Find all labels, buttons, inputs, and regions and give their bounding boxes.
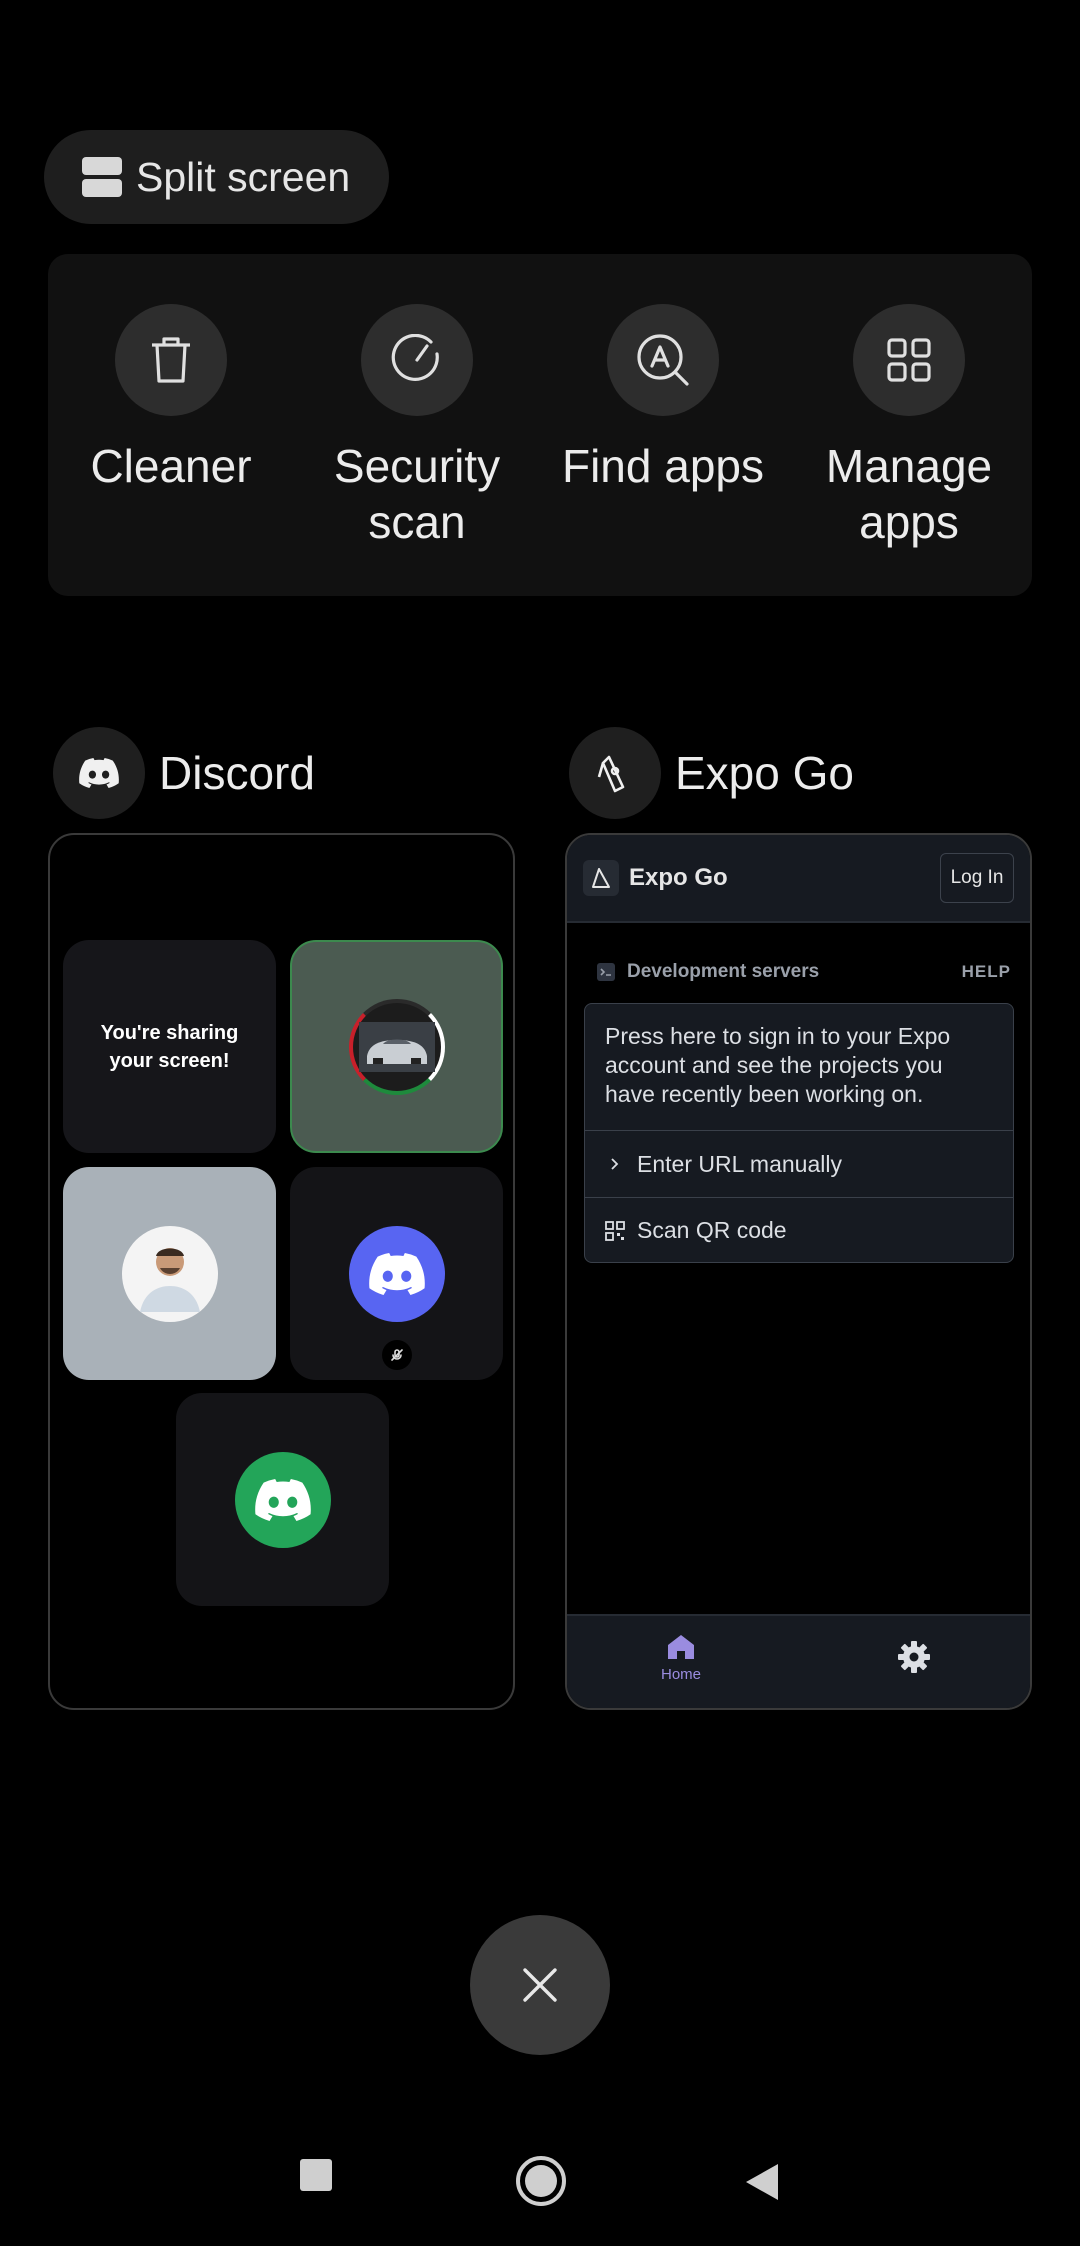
enter-url-label: Enter URL manually xyxy=(637,1150,842,1177)
tool-manage-apps-label: Manage apps xyxy=(825,440,993,548)
expo-top-bar: Expo Go Log In xyxy=(567,835,1030,923)
participant-tile-person xyxy=(63,1167,276,1380)
help-link[interactable]: HELP xyxy=(962,962,1011,982)
qr-code-icon xyxy=(605,1220,625,1241)
dev-servers-header: Development servers HELP xyxy=(597,961,1011,983)
discord-app-name: Discord xyxy=(159,747,315,799)
discord-app-header[interactable]: Discord xyxy=(53,727,315,819)
avatar xyxy=(348,998,445,1095)
tab-settings[interactable] xyxy=(897,1640,931,1679)
discord-icon xyxy=(53,727,145,819)
expo-preview-card[interactable]: Expo Go Log In Development servers HELP … xyxy=(565,833,1032,1710)
mic-muted-icon xyxy=(382,1340,412,1370)
avatar xyxy=(121,1225,218,1322)
expo-app-header[interactable]: Expo Go xyxy=(569,727,854,819)
back-triangle-icon xyxy=(746,2164,778,2200)
discord-preview-card[interactable]: You're sharing your screen! xyxy=(48,833,515,1710)
dev-servers-label: Development servers xyxy=(627,961,820,982)
tool-security-scan-label: Security scan xyxy=(333,440,501,548)
tool-manage-apps[interactable]: Manage apps xyxy=(786,304,1032,550)
tool-find-apps[interactable]: Find apps xyxy=(540,304,786,494)
discord-icon xyxy=(234,1451,331,1548)
participant-tile-discord xyxy=(290,1167,503,1380)
login-button[interactable]: Log In xyxy=(940,853,1014,903)
split-screen-button[interactable]: Split screen xyxy=(44,130,389,224)
close-all-button[interactable] xyxy=(470,1915,610,2055)
expo-header-title: Expo Go xyxy=(629,864,728,891)
scan-qr-label: Scan QR code xyxy=(637,1217,787,1243)
split-screen-icon xyxy=(82,157,122,197)
discord-icon xyxy=(348,1225,445,1322)
gear-icon xyxy=(898,1641,930,1673)
expo-go-icon xyxy=(569,727,661,819)
trash-icon xyxy=(115,304,227,416)
expo-logo-icon xyxy=(583,860,619,896)
participant-tile-car xyxy=(290,940,503,1153)
tool-find-apps-label: Find apps xyxy=(561,440,764,492)
dev-servers-box: Press here to sign in to your Expo accou… xyxy=(584,1003,1014,1263)
terminal-icon xyxy=(597,963,615,981)
recents-button[interactable] xyxy=(296,2155,336,2195)
enter-url-row[interactable]: Enter URL manually xyxy=(585,1131,1013,1197)
chevron-right-icon xyxy=(605,1157,625,1171)
participant-tile-discord-green xyxy=(176,1393,389,1606)
sign-in-prompt[interactable]: Press here to sign in to your Expo accou… xyxy=(585,1004,1013,1131)
back-button[interactable] xyxy=(742,2162,782,2202)
home-icon xyxy=(668,1635,694,1659)
expo-bottom-tabs: Home xyxy=(567,1614,1030,1708)
home-button[interactable] xyxy=(514,2154,568,2208)
security-scan-icon xyxy=(361,304,473,416)
split-screen-label: Split screen xyxy=(136,153,351,200)
expo-app-name: Expo Go xyxy=(675,747,854,799)
recents-square-icon xyxy=(300,2159,332,2191)
home-circle-icon xyxy=(516,2156,566,2206)
tab-home[interactable]: Home xyxy=(661,1634,701,1683)
screen-share-text-line-1: You're sharing xyxy=(100,1021,239,1044)
screen-share-tile: You're sharing your screen! xyxy=(63,940,276,1153)
grid-icon xyxy=(853,304,965,416)
close-icon xyxy=(523,1968,557,2002)
tab-home-label: Home xyxy=(661,1666,702,1683)
find-apps-icon xyxy=(607,304,719,416)
tool-cleaner-label: Cleaner xyxy=(90,440,252,492)
tool-security-scan[interactable]: Security scan xyxy=(294,304,540,550)
screen-share-text-line-2: your screen! xyxy=(109,1049,230,1072)
screen-share-text: You're sharing your screen! xyxy=(101,1019,239,1075)
scan-qr-row[interactable]: Scan QR code xyxy=(585,1197,1013,1262)
tool-cleaner[interactable]: Cleaner xyxy=(48,304,294,494)
quick-tools-panel: Cleaner Security scan Find apps Manage app… xyxy=(48,254,1032,596)
